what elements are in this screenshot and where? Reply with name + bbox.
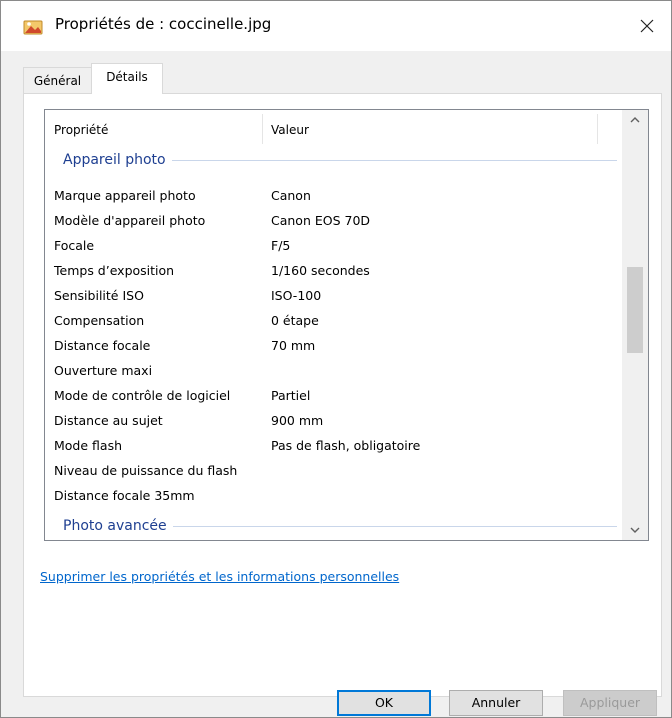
list-item[interactable]: Temps d’exposition 1/160 secondes [45,258,621,283]
group-title: Photo avancée [63,516,173,536]
list-item[interactable]: Mode flash Pas de flash, obligatoire [45,433,621,458]
close-button[interactable] [627,11,667,41]
property-name: Niveau de puissance du flash [54,463,238,478]
property-name: Temps d’exposition [54,263,175,278]
property-value: 70 mm [271,338,316,353]
image-file-icon [23,19,43,35]
tab-general[interactable]: Général [23,67,91,93]
property-name: Distance focale 35mm [54,488,195,503]
scrollbar-thumb[interactable] [627,267,643,353]
property-value: 0 étape [271,313,319,328]
property-value: Canon [271,188,311,203]
list-header: Propriété Valeur [45,110,621,150]
chevron-up-icon [630,117,640,123]
list-item[interactable]: Modèle d'appareil photo Canon EOS 70D [45,208,621,233]
property-name: Mode de contrôle de logiciel [54,388,231,403]
cancel-button[interactable]: Annuler [449,690,543,716]
column-header-property[interactable]: Propriété [54,122,108,138]
ok-button[interactable]: OK [337,690,431,716]
property-value: 1/160 secondes [271,263,370,278]
group-header-camera[interactable]: Appareil photo [45,150,621,170]
property-name: Focale [54,238,95,253]
details-panel: Propriété Valeur Appareil photo Marque a… [23,93,662,697]
properties-dialog: Propriétés de : coccinelle.jpg Général D… [0,0,672,718]
property-name: Compensation [54,313,145,328]
column-header-value[interactable]: Valeur [271,122,309,138]
property-value: ISO-100 [271,288,322,303]
vertical-scrollbar[interactable] [622,110,648,540]
properties-list[interactable]: Propriété Valeur Appareil photo Marque a… [44,109,649,541]
property-value: Canon EOS 70D [271,213,371,228]
property-name: Distance focale [54,338,151,353]
list-item[interactable]: Ouverture maxi [45,358,621,383]
window-title: Propriétés de : coccinelle.jpg [55,15,272,33]
list-item[interactable]: Distance au sujet 900 mm [45,408,621,433]
property-name: Ouverture maxi [54,363,153,378]
property-name: Sensibilité ISO [54,288,144,303]
list-item[interactable]: Niveau de puissance du flash [45,458,621,483]
list-item[interactable]: Marque appareil photo Canon [45,183,621,208]
list-item[interactable]: Focale F/5 [45,233,621,258]
property-name: Mode flash [54,438,122,453]
tab-details[interactable]: Détails [91,63,163,94]
property-value: Pas de flash, obligatoire [271,438,421,453]
list-item[interactable]: Compensation 0 étape [45,308,621,333]
column-divider[interactable] [262,114,263,144]
property-name: Modèle d'appareil photo [54,213,206,228]
property-value: Partiel [271,388,311,403]
list-item[interactable]: Mode de contrôle de logiciel Partiel [45,383,621,408]
group-header-advanced-photo[interactable]: Photo avancée [45,516,621,536]
list-item[interactable]: Distance focale 70 mm [45,333,621,358]
property-name: Distance au sujet [54,413,163,428]
property-value: 900 mm [271,413,324,428]
list-item[interactable]: Distance focale 35mm [45,483,621,508]
list-item[interactable]: Sensibilité ISO ISO-100 [45,283,621,308]
column-divider[interactable] [597,114,598,144]
property-value: F/5 [271,238,291,253]
scroll-down-button[interactable] [622,520,648,540]
property-name: Marque appareil photo [54,188,196,203]
close-icon [640,19,654,33]
property-rows: Marque appareil photo Canon Modèle d'app… [45,183,621,508]
group-title: Appareil photo [63,150,172,170]
scroll-up-button[interactable] [622,110,648,130]
chevron-down-icon [630,527,640,533]
apply-button[interactable]: Appliquer [563,690,657,716]
remove-properties-link[interactable]: Supprimer les propriétés et les informat… [40,569,399,585]
title-bar[interactable]: Propriétés de : coccinelle.jpg [1,1,671,51]
